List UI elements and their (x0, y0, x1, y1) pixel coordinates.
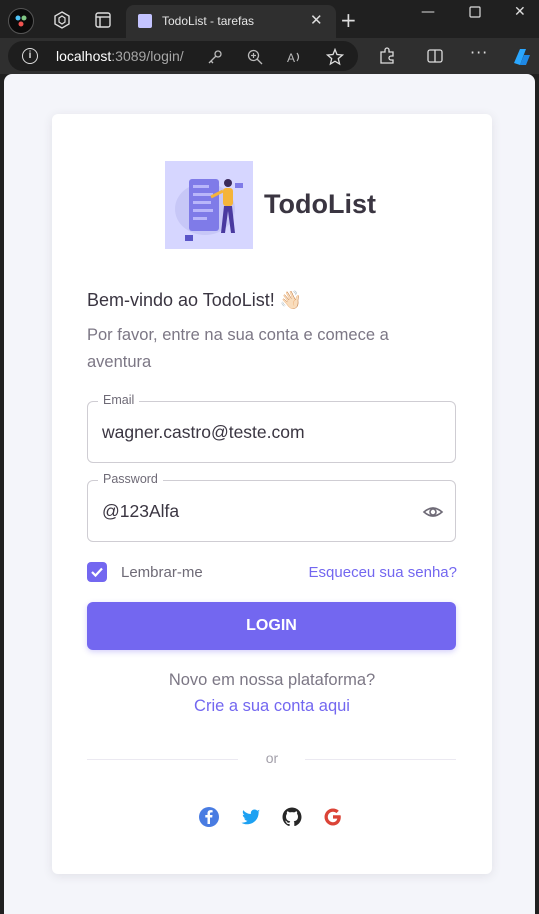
remember-me-label[interactable]: Lembrar-me (121, 564, 203, 581)
tab-close-icon[interactable]: ✕ (310, 11, 323, 29)
show-password-eye-icon[interactable] (422, 501, 444, 523)
copilot-icon[interactable] (510, 45, 534, 69)
email-value[interactable]: wagner.castro@teste.com (102, 422, 305, 443)
remember-me-checkbox[interactable] (87, 562, 107, 582)
todolist-logo-illustration (165, 161, 253, 249)
checkmark-icon (91, 567, 103, 578)
page-viewport: TodoList Bem-vindo ao TodoList! 👋🏻 Por f… (4, 74, 535, 914)
password-label: Password (98, 472, 163, 486)
close-window-icon[interactable]: ✕ (514, 4, 526, 20)
browser-tab-bar: TodoList - tarefas ✕ + — ✕ (0, 0, 539, 38)
svg-text:A: A (287, 51, 295, 65)
forgot-password-link[interactable]: Esqueceu sua senha? (309, 564, 457, 581)
facebook-icon[interactable] (198, 806, 220, 828)
create-account-link[interactable]: Crie a sua conta aqui (52, 697, 492, 716)
brand-name: TodoList (264, 189, 376, 219)
minimize-icon[interactable]: — (421, 4, 435, 20)
password-field[interactable]: Password @123Alfa (87, 472, 456, 542)
twitter-icon[interactable] (240, 806, 262, 828)
divider-right (305, 759, 456, 760)
more-options-icon[interactable]: ··· (470, 43, 488, 62)
profile-avatar-icon[interactable] (8, 8, 34, 34)
login-button[interactable]: LOGIN (87, 602, 456, 650)
tab-favicon-icon (138, 14, 152, 28)
split-screen-icon[interactable] (426, 47, 444, 65)
read-aloud-icon[interactable]: A (286, 48, 304, 66)
workspaces-icon[interactable] (52, 10, 72, 30)
github-icon[interactable] (281, 806, 303, 828)
key-icon[interactable] (206, 48, 224, 66)
email-field[interactable]: Email wagner.castro@teste.com (87, 393, 456, 463)
new-tab-icon[interactable]: + (340, 8, 360, 32)
url-text[interactable]: localhost:3089/login/ (56, 48, 184, 64)
welcome-subtitle: Por favor, entre na sua conta e comece a… (87, 326, 389, 371)
new-user-question: Novo em nossa plataforma? (168, 671, 376, 689)
favorite-star-icon[interactable] (326, 48, 344, 66)
address-bar-row: i localhost:3089/login/ A ··· (0, 38, 539, 74)
tab-title: TodoList - tarefas (162, 14, 255, 28)
welcome-heading: Bem-vindo ao TodoList! 👋🏻 (87, 290, 303, 310)
address-bar[interactable]: i localhost:3089/login/ A (8, 41, 358, 71)
login-card: TodoList Bem-vindo ao TodoList! 👋🏻 Por f… (52, 114, 492, 874)
extensions-icon[interactable] (378, 47, 396, 65)
tab-actions-icon[interactable] (93, 10, 113, 30)
maximize-icon[interactable] (469, 6, 481, 18)
google-icon[interactable] (322, 806, 344, 828)
divider-text: or (265, 750, 279, 766)
email-label: Email (98, 393, 140, 407)
divider-left (87, 759, 238, 760)
zoom-icon[interactable] (246, 48, 264, 66)
password-value[interactable]: @123Alfa (102, 501, 179, 522)
active-tab[interactable]: TodoList - tarefas ✕ (126, 5, 336, 38)
site-info-icon[interactable]: i (22, 48, 38, 64)
